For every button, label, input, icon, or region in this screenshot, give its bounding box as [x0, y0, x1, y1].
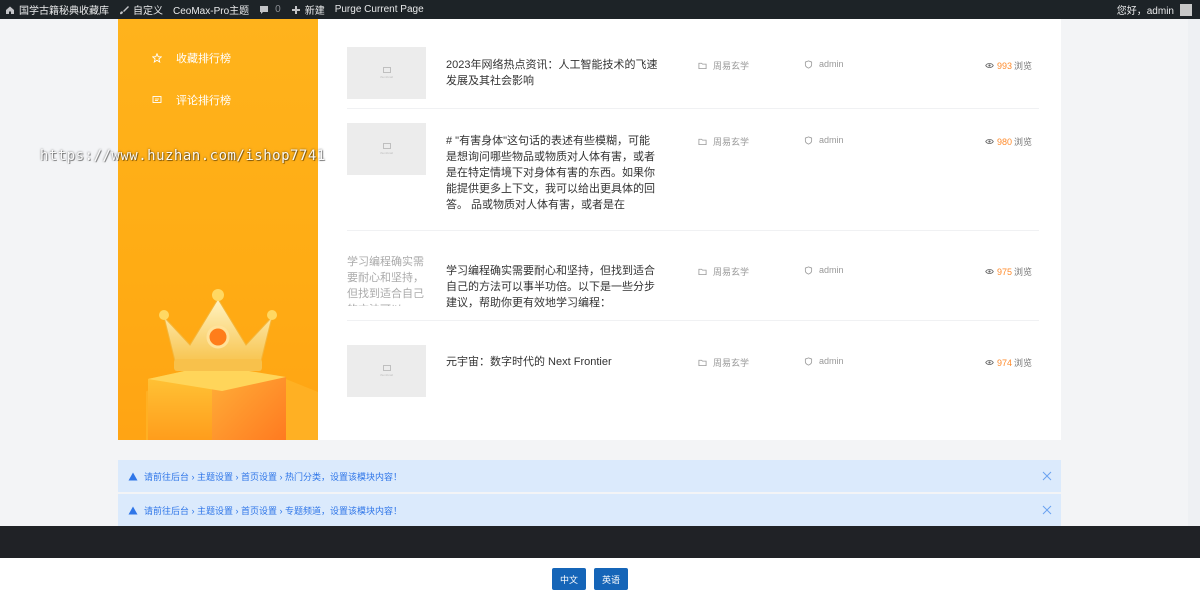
thumbnail-label: thumbnail — [379, 75, 393, 79]
lang-english-button[interactable]: 英语 — [594, 568, 628, 590]
warning-icon — [128, 506, 138, 514]
folder-icon — [698, 138, 707, 146]
notice-topic-channels: 请前往后台 › 主题设置 › 首页设置 › 专题频道，设置该模块内容！ — [118, 494, 1061, 526]
folder-icon — [698, 62, 707, 70]
comments-count: 0 — [275, 4, 281, 15]
post-author[interactable]: admin — [804, 356, 844, 366]
post-author[interactable]: admin — [804, 59, 844, 69]
greeting: 您好，admin — [1116, 6, 1174, 17]
eye-icon — [985, 63, 994, 68]
folder-icon — [698, 268, 707, 276]
new-content-link[interactable]: 新建 — [286, 0, 330, 19]
thumbnail-alt-text: 学习编程确实需要耐心和坚持，但找到适合自己的方法可以 — [347, 256, 424, 306]
image-placeholder-icon — [382, 143, 391, 149]
new-label: 新建 — [304, 6, 325, 17]
views-count: 993 — [996, 60, 1012, 71]
notice-text: 请前往后台 › 主题设置 › 首页设置 › 专题频道，设置该模块内容！ — [144, 505, 402, 516]
notice-text: 请前往后台 › 主题设置 › 首页设置 › 热门分类，设置该模块内容！ — [144, 471, 402, 482]
post-author[interactable]: admin — [804, 265, 844, 275]
customize-link[interactable]: 自定义 — [114, 0, 168, 19]
post-category[interactable]: 周易玄学 — [698, 59, 749, 72]
home-icon — [6, 6, 14, 14]
customize-label: 自定义 — [133, 6, 163, 17]
theme-link[interactable]: CeoMax-Pro主题 — [168, 0, 254, 19]
comments-ranking-link[interactable]: 评论排行榜 — [152, 92, 231, 108]
page-scrollbar[interactable] — [1188, 19, 1200, 526]
post-thumbnail[interactable]: thumbnail — [347, 345, 426, 397]
plus-icon — [291, 5, 300, 14]
shield-icon — [804, 265, 813, 275]
eye-icon — [985, 360, 994, 365]
post-title[interactable]: # "有害身体"这句话的表述有些模糊，可能是想询问哪些物品或物质对人体有害，或者… — [446, 133, 658, 213]
views-suffix: 浏览 — [1013, 137, 1032, 147]
thumbnail-label: thumbnail — [379, 373, 393, 377]
brush-icon — [120, 5, 129, 14]
views-suffix: 浏览 — [1013, 267, 1032, 277]
lang-chinese-button[interactable]: 中文 — [552, 568, 586, 590]
post-thumbnail-broken[interactable]: 学习编程确实需要耐心和坚持，但找到适合自己的方法可以 — [347, 254, 426, 306]
shield-icon — [804, 135, 813, 145]
theme-label: CeoMax-Pro主题 — [173, 6, 250, 17]
thumbnail-label: thumbnail — [379, 151, 393, 155]
footer-dark-band — [0, 526, 1200, 558]
views-suffix: 浏览 — [1013, 358, 1032, 368]
post-views: 975 浏览 — [985, 265, 1032, 278]
eye-icon — [985, 139, 994, 144]
purge-page-link[interactable]: Purge Current Page — [330, 0, 429, 19]
post-category[interactable]: 周易玄学 — [698, 356, 749, 369]
ranking-module: 收藏排行榜 评论排行榜 thumbnail 2023年网络热点资讯：人工智能技术… — [118, 19, 1061, 440]
post-title[interactable]: 2023年网络热点资讯：人工智能技术的飞速发展及其社会影响 — [446, 57, 658, 89]
crown-illustration — [146, 289, 318, 440]
post-title[interactable]: 元宇宙：数字时代的 Next Frontier — [446, 354, 658, 370]
eye-icon — [985, 269, 994, 274]
views-count: 980 — [996, 136, 1012, 147]
post-views: 980 浏览 — [985, 135, 1032, 148]
avatar — [1180, 3, 1192, 16]
post-category[interactable]: 周易玄学 — [698, 135, 749, 148]
ranking-sidebar: 收藏排行榜 评论排行榜 — [118, 19, 318, 440]
close-icon[interactable] — [1042, 471, 1052, 481]
comments-ranking-label: 评论排行榜 — [176, 95, 231, 107]
list-item[interactable]: thumbnail # "有害身体"这句话的表述有些模糊，可能是想询问哪些物品或… — [347, 109, 1039, 231]
favorites-ranking-label: 收藏排行榜 — [176, 53, 231, 65]
favorites-ranking-link[interactable]: 收藏排行榜 — [152, 50, 231, 66]
post-author[interactable]: admin — [804, 135, 844, 145]
star-icon — [152, 53, 162, 63]
list-item[interactable]: thumbnail 元宇宙：数字时代的 Next Frontier 周易玄学 a… — [347, 321, 1039, 419]
purge-label: Purge Current Page — [334, 4, 424, 15]
site-name-link[interactable]: 国学古籍秘典收藏库 — [0, 0, 114, 19]
my-account-link[interactable]: 您好，admin — [1117, 2, 1200, 17]
views-suffix: 浏览 — [1013, 61, 1032, 71]
folder-icon — [698, 359, 707, 367]
post-title[interactable]: 学习编程确实需要耐心和坚持，但找到适合自己的方法可以事半功倍。以下是一些分步建议… — [446, 263, 658, 311]
post-thumbnail[interactable]: thumbnail — [347, 123, 426, 175]
site-name: 国学古籍秘典收藏库 — [19, 6, 109, 17]
shield-icon — [804, 356, 813, 366]
list-item[interactable]: 学习编程确实需要耐心和坚持，但找到适合自己的方法可以 学习编程确实需要耐心和坚持… — [347, 231, 1039, 321]
close-icon[interactable] — [1042, 505, 1052, 515]
post-category[interactable]: 周易玄学 — [698, 265, 749, 278]
views-count: 975 — [996, 266, 1012, 277]
notice-hot-categories: 请前往后台 › 主题设置 › 首页设置 › 热门分类，设置该模块内容！ — [118, 460, 1061, 492]
image-placeholder-icon — [382, 67, 391, 73]
admin-bar: 国学古籍秘典收藏库 自定义 CeoMax-Pro主题 0 新建 Purge Cu… — [0, 0, 1200, 19]
views-count: 974 — [996, 357, 1012, 368]
comment-icon — [260, 5, 269, 14]
post-thumbnail[interactable]: thumbnail — [347, 47, 426, 99]
list-item[interactable]: thumbnail 2023年网络热点资讯：人工智能技术的飞速发展及其社会影响 … — [347, 38, 1039, 109]
comments-link[interactable]: 0 — [254, 0, 286, 19]
image-placeholder-icon — [382, 365, 391, 371]
warning-icon — [128, 472, 138, 480]
shield-icon — [804, 59, 813, 69]
post-views: 974 浏览 — [985, 356, 1032, 369]
message-icon — [152, 96, 162, 103]
post-views: 993 浏览 — [985, 59, 1032, 72]
